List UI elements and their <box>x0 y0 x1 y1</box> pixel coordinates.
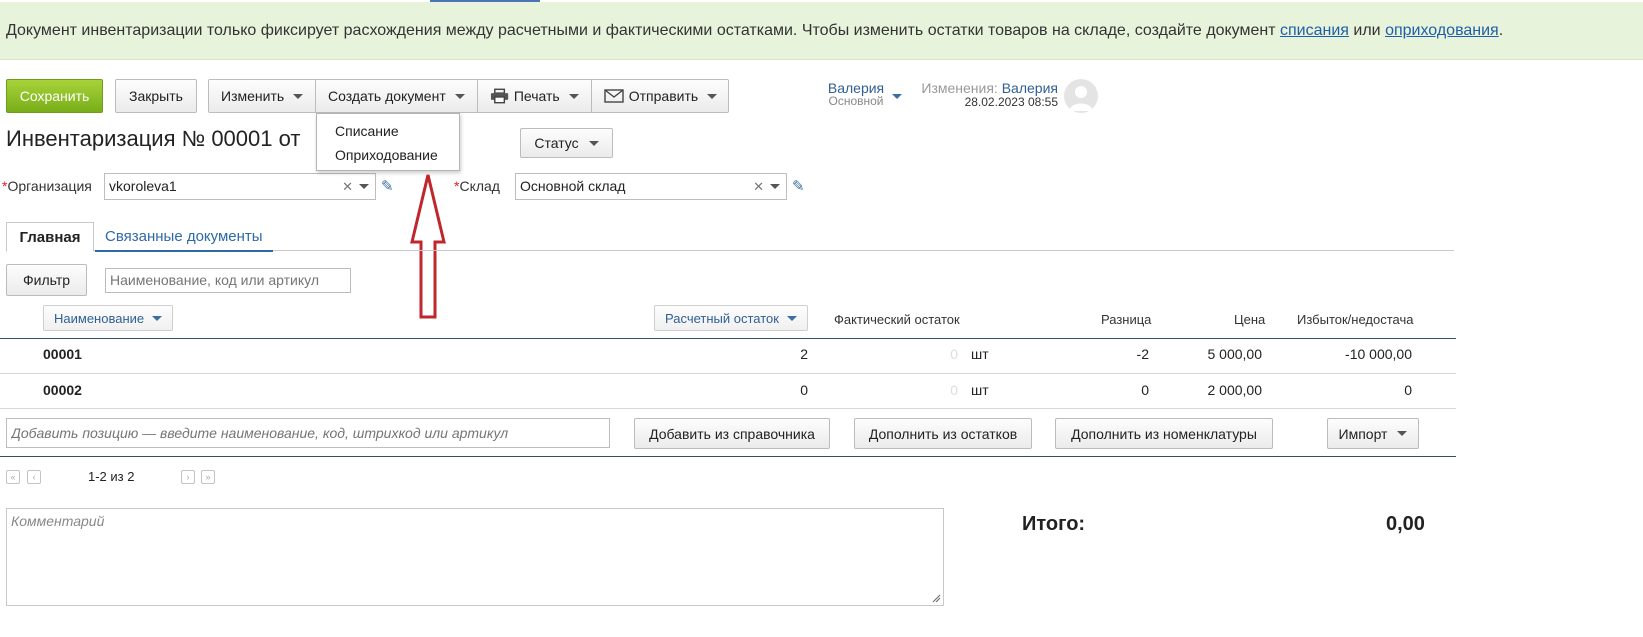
changes-info: Изменения: Валерия 28.02.2023 08:55 <box>910 80 1058 109</box>
print-button[interactable]: Печать <box>477 80 592 112</box>
column-calc-sort[interactable]: Расчетный остаток <box>654 305 808 331</box>
chevron-down-icon <box>152 315 163 321</box>
send-button-label: Отправить <box>628 88 699 104</box>
row-diff: 0 <box>1141 382 1149 398</box>
clear-icon[interactable]: ✕ <box>342 174 353 199</box>
fill-from-stock-button[interactable]: Дополнить из остатков <box>854 418 1032 449</box>
receipt-link[interactable]: оприходования <box>1385 22 1499 39</box>
changes-label: Изменения: <box>921 80 998 96</box>
chevron-down-icon <box>568 93 579 99</box>
chevron-down-icon[interactable] <box>770 184 780 189</box>
row-divider <box>0 408 1456 409</box>
row-price: 5 000,00 <box>1207 346 1263 362</box>
tab-main[interactable]: Главная <box>6 222 94 252</box>
create-document-button[interactable]: Создать документ <box>316 80 478 112</box>
column-actual: Фактический остаток <box>834 312 960 327</box>
edit-pencil-icon[interactable]: ✎ <box>381 177 394 195</box>
add-position-input[interactable] <box>6 418 610 448</box>
row-actual-input[interactable]: 0 <box>900 382 958 398</box>
write-off-link[interactable]: списания <box>1280 22 1349 39</box>
change-button[interactable]: Изменить <box>209 80 316 112</box>
menu-item-write-off[interactable]: Списание <box>317 119 459 143</box>
filter-search-input[interactable] <box>105 268 351 293</box>
chevron-down-icon <box>588 140 599 146</box>
envelope-icon <box>604 89 624 103</box>
chevron-down-icon <box>786 315 797 321</box>
chevron-down-icon <box>892 94 902 99</box>
row-surplus: -10 000,00 <box>1345 346 1412 362</box>
clear-icon[interactable]: ✕ <box>753 174 764 199</box>
row-calc: 2 <box>800 346 808 362</box>
import-button[interactable]: Импорт <box>1327 418 1419 449</box>
row-divider <box>0 373 1456 374</box>
banner-text: Документ инвентаризации только фиксирует… <box>6 22 1281 39</box>
warehouse-label: *Склад <box>454 178 500 194</box>
save-button[interactable]: Сохранить <box>6 79 103 113</box>
create-document-menu: Списание Оприходование <box>316 113 460 171</box>
organization-field[interactable]: vkoroleva1 ✕ <box>104 173 376 200</box>
row-unit: шт <box>971 382 989 398</box>
user-avatar-icon <box>1069 86 1093 111</box>
resize-grip-icon[interactable] <box>931 593 941 603</box>
status-button[interactable]: Статус <box>520 128 613 158</box>
chevron-down-icon <box>707 93 718 99</box>
changes-user: Валерия <box>1001 80 1058 96</box>
row-calc: 0 <box>800 382 808 398</box>
menu-item-receipt[interactable]: Оприходование <box>317 143 459 167</box>
edit-pencil-icon[interactable]: ✎ <box>792 177 805 195</box>
avatar[interactable] <box>1064 79 1098 113</box>
column-price: Цена <box>1234 312 1266 327</box>
send-button[interactable]: Отправить <box>591 80 728 112</box>
close-button-label: Закрыть <box>129 88 183 104</box>
action-button-group: Изменить Создать документ Печать Отправи… <box>208 79 729 113</box>
total-label: Итого: <box>1022 513 1086 535</box>
create-document-button-label: Создать документ <box>328 88 446 104</box>
prev-page-icon[interactable]: ‹ <box>27 470 41 484</box>
row-code: 00002 <box>43 382 82 398</box>
close-button[interactable]: Закрыть <box>115 79 197 113</box>
user-switcher[interactable]: Валерия Основной <box>826 80 902 112</box>
tab-linked-documents[interactable]: Связанные документы <box>95 222 273 252</box>
chevron-down-icon <box>454 93 465 99</box>
row-code: 00001 <box>43 346 82 362</box>
column-surplus: Избыток/недостача <box>1297 312 1414 327</box>
table-footer-divider <box>0 456 1456 457</box>
change-button-label: Изменить <box>221 88 285 104</box>
info-banner: Документ инвентаризации только фиксирует… <box>0 2 1643 60</box>
table-header-divider <box>0 338 1456 339</box>
row-surplus: 0 <box>1404 382 1412 398</box>
add-from-directory-button[interactable]: Добавить из справочника <box>634 418 830 449</box>
chevron-down-icon <box>293 93 304 99</box>
row-diff: -2 <box>1136 346 1149 362</box>
comment-textarea[interactable]: Комментарий <box>6 508 944 606</box>
banner-between: или <box>1348 22 1386 39</box>
column-name-sort[interactable]: Наименование <box>43 305 174 331</box>
pager-range: 1-2 из 2 <box>88 469 135 484</box>
chevron-down-icon <box>1397 431 1408 436</box>
first-page-icon[interactable]: « <box>6 470 20 484</box>
comment-placeholder: Комментарий <box>11 513 105 529</box>
up-arrow-annotation <box>410 174 446 319</box>
organization-label: *Организация <box>2 178 92 194</box>
last-page-icon[interactable]: » <box>201 470 215 484</box>
print-button-label: Печать <box>513 88 560 104</box>
user-role: Основной <box>828 94 884 108</box>
save-button-label: Сохранить <box>19 88 90 104</box>
row-actual-input[interactable]: 0 <box>900 346 958 362</box>
next-page-icon[interactable]: › <box>181 470 195 484</box>
column-diff: Разница <box>1101 312 1152 327</box>
filter-button-label: Фильтр <box>22 272 71 288</box>
page-title: Инвентаризация № 00001 от <box>6 126 301 151</box>
banner-end: . <box>1498 22 1504 39</box>
status-button-label: Статус <box>534 135 579 151</box>
fill-from-nomenclature-button[interactable]: Дополнить из номенклатуры <box>1055 418 1273 449</box>
printer-icon <box>490 88 508 104</box>
chevron-down-icon[interactable] <box>359 184 369 189</box>
row-price: 2 000,00 <box>1207 382 1263 398</box>
total-value: 0,00 <box>1386 513 1425 535</box>
changes-date: 28.02.2023 08:55 <box>964 95 1058 109</box>
warehouse-field[interactable]: Основной склад ✕ <box>515 173 787 200</box>
filter-button[interactable]: Фильтр <box>6 264 87 296</box>
row-unit: шт <box>971 346 989 362</box>
